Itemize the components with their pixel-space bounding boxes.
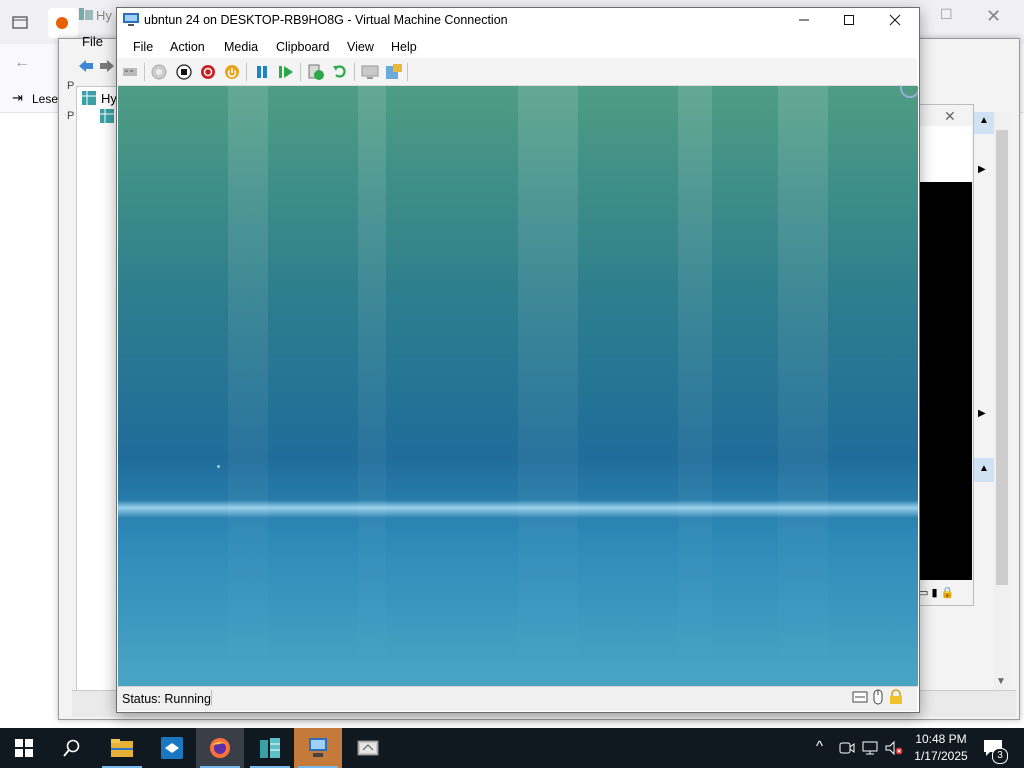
toolbar-separator <box>407 63 408 81</box>
hyperv-manager-taskbar-icon[interactable] <box>246 728 294 768</box>
actions-expand-arrow[interactable]: ▶ <box>978 164 986 175</box>
clock-date[interactable]: 1/17/2025 <box>910 749 972 763</box>
remote-desktop-icon[interactable] <box>344 728 392 768</box>
share-icon[interactable] <box>385 63 403 84</box>
scrollbar-thumb[interactable] <box>996 130 1008 585</box>
close-button[interactable] <box>873 5 917 35</box>
actions-collapse-bottom[interactable]: ▲ <box>974 458 994 482</box>
light-ray <box>518 86 578 686</box>
save-state-icon[interactable] <box>224 64 240 83</box>
clock-time[interactable]: 10:48 PM <box>910 732 972 746</box>
hyperv-menu-file[interactable]: File <box>82 34 103 49</box>
light-ray <box>678 86 712 686</box>
hyperv-tree-root[interactable]: Hy <box>101 91 117 106</box>
maximize-button[interactable] <box>827 5 871 35</box>
actions-collapse-top[interactable]: ▲ <box>974 112 994 134</box>
start-icon[interactable] <box>151 64 167 83</box>
vm-display[interactable] <box>118 86 918 686</box>
firefox-icon[interactable] <box>196 728 244 768</box>
nav-forward-icon[interactable] <box>98 58 116 77</box>
vm-status-bar <box>117 686 917 711</box>
volume-muted-icon[interactable] <box>885 740 903 759</box>
start-button[interactable] <box>0 728 48 768</box>
thumbnail-header <box>918 126 972 182</box>
light-ray <box>778 86 828 686</box>
browser-close-button[interactable]: ✕ <box>986 6 1001 27</box>
menu-help[interactable]: Help <box>391 40 417 54</box>
network-icon[interactable] <box>862 740 880 759</box>
toolbar-separator <box>144 63 145 81</box>
toolbar-separator <box>354 63 355 81</box>
file-explorer-icon[interactable] <box>98 728 146 768</box>
toolbar-separator <box>246 63 247 81</box>
minimize-button[interactable] <box>782 5 826 35</box>
vm-connection-icon <box>123 13 139 27</box>
hyperv-title: Hy <box>96 8 112 23</box>
revert-icon[interactable] <box>332 63 348 82</box>
hyperv-manager-icon <box>78 6 94 25</box>
meet-now-icon[interactable] <box>839 740 855 759</box>
hyperv-root-icon <box>81 90 97 109</box>
shut-down-icon[interactable] <box>200 64 216 83</box>
actions-expand-arrow[interactable]: ▶ <box>978 408 986 419</box>
light-ray <box>358 86 386 686</box>
notification-badge: 3 <box>992 748 1008 764</box>
lock-icon <box>889 689 903 708</box>
pause-icon[interactable] <box>254 64 270 83</box>
thumbnail-close-button[interactable]: ✕ <box>944 108 956 125</box>
browser-maximize-button[interactable]: ☐ <box>940 6 953 23</box>
search-button[interactable] <box>48 728 96 768</box>
light-ray <box>228 86 268 686</box>
cursor-dot <box>217 465 220 468</box>
menu-action[interactable]: Action <box>170 40 205 54</box>
nav-back-icon[interactable] <box>77 58 95 77</box>
checkpoint-icon[interactable] <box>307 63 325 84</box>
toolbar-separator <box>300 63 301 81</box>
status-separator <box>211 690 212 706</box>
tab-overview-icon[interactable] <box>10 12 30 35</box>
menu-file[interactable]: File <box>133 40 153 54</box>
vm-thumbnail[interactable] <box>918 182 972 580</box>
thumbnail-status-icons: ▭ ▮ 🔒 <box>918 587 955 599</box>
back-arrow-icon[interactable]: ← <box>14 54 30 72</box>
enhanced-session-icon[interactable] <box>361 63 379 84</box>
loading-spinner-icon <box>900 86 918 98</box>
status-text: Status: Running <box>122 692 211 706</box>
mouse-icon <box>872 689 884 708</box>
keyboard-icon <box>852 690 868 707</box>
menu-view[interactable]: View <box>347 40 374 54</box>
menu-clipboard[interactable]: Clipboard <box>276 40 330 54</box>
pane-letter: P <box>67 110 75 122</box>
scroll-down-arrow[interactable]: ▼ <box>996 676 1006 687</box>
menu-media[interactable]: Media <box>224 40 258 54</box>
ctrl-alt-del-icon[interactable] <box>122 63 138 82</box>
app-blue-icon[interactable] <box>148 728 196 768</box>
pane-letter: P <box>67 80 75 92</box>
reader-icon: ⇥ <box>12 90 23 105</box>
hyperv-server-icon[interactable] <box>99 108 115 127</box>
window-title: ubntun 24 on DESKTOP-RB9HO8G - Virtual M… <box>144 13 508 27</box>
hyperv-tree-pane <box>76 86 120 694</box>
vm-connection-taskbar-icon[interactable] <box>294 728 342 768</box>
browser-tab[interactable] <box>48 8 78 38</box>
turn-off-icon[interactable] <box>176 64 192 83</box>
show-hidden-icons-icon[interactable]: ^ <box>816 738 823 755</box>
resume-icon[interactable] <box>278 64 294 83</box>
